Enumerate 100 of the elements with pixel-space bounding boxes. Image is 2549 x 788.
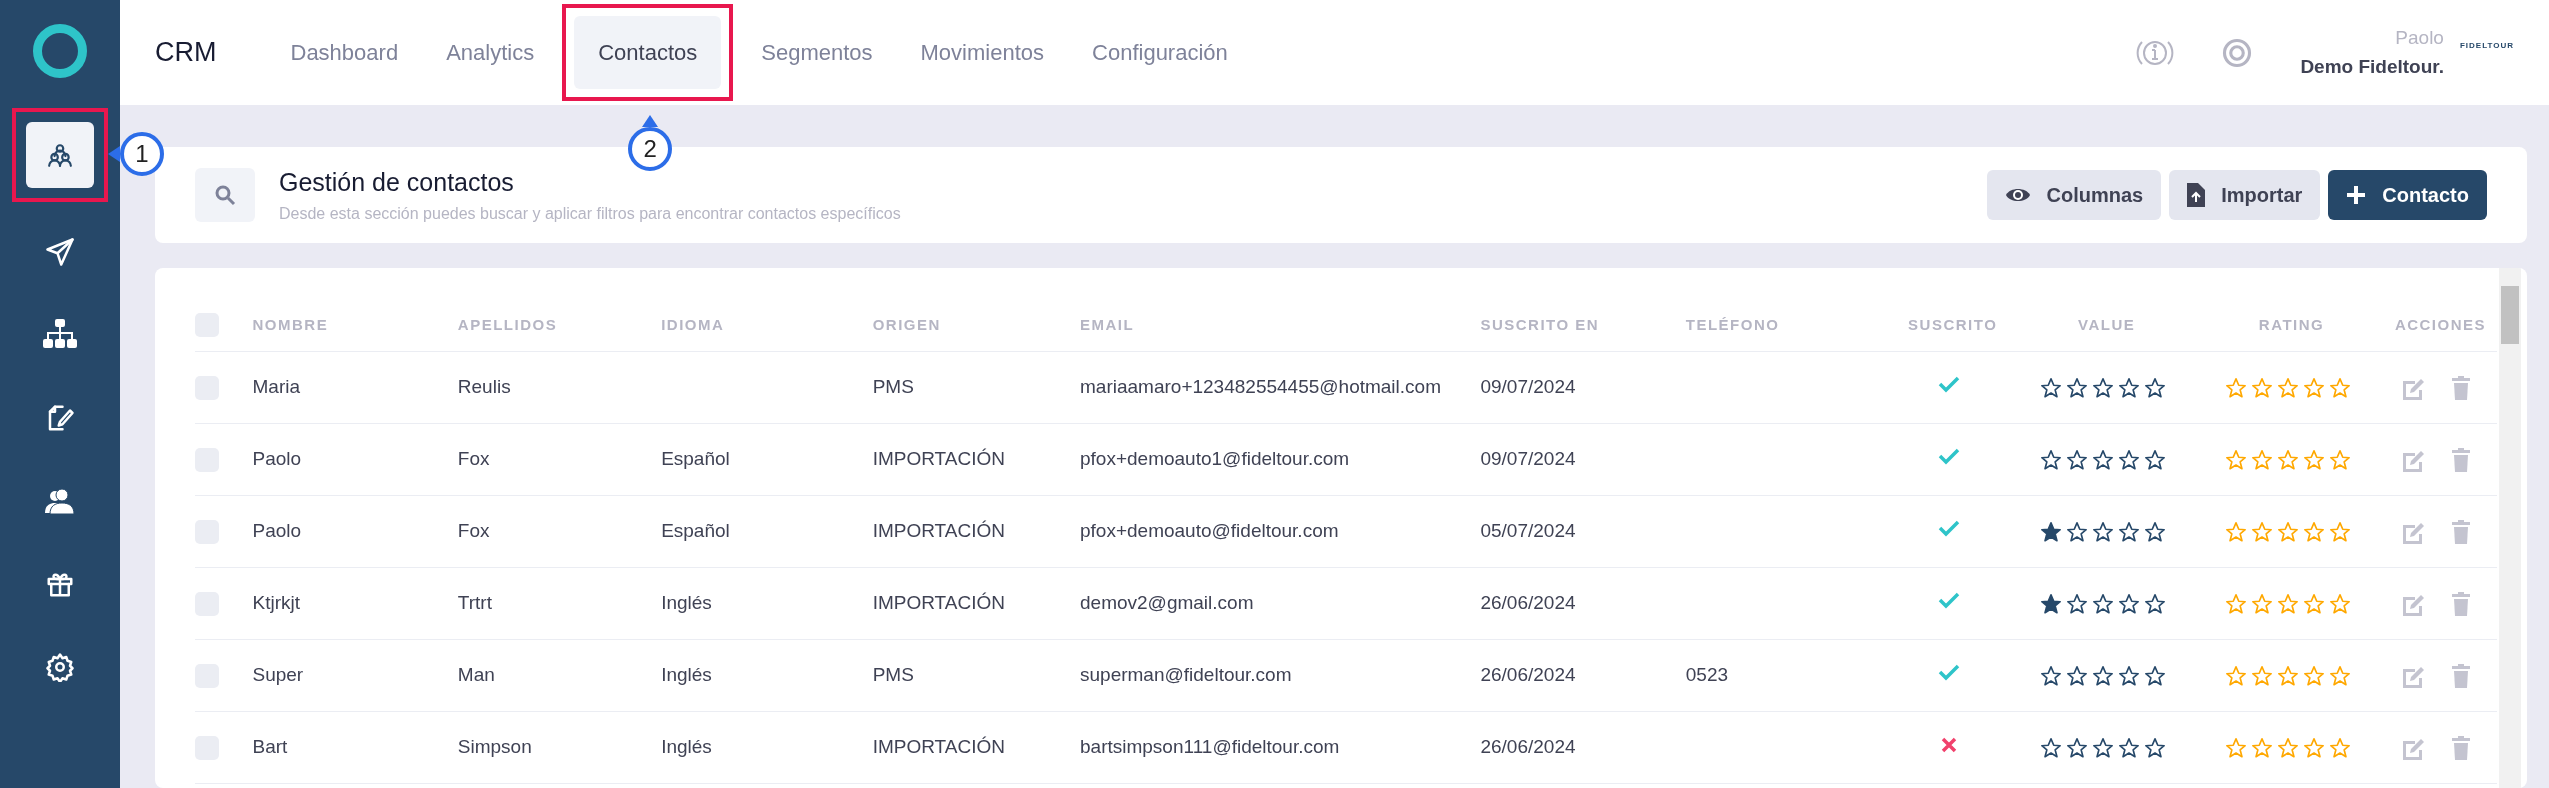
star-icon — [2039, 376, 2062, 399]
star-icon — [2143, 448, 2166, 471]
logo — [33, 24, 87, 78]
table-cell: Super — [252, 664, 304, 686]
star-icon — [2117, 592, 2140, 615]
company-logo: FIDELTOUR — [2459, 40, 2514, 52]
table-cell: Fox — [457, 520, 490, 542]
table-cell: demov2@gmail.com — [1080, 592, 1254, 614]
star-icon — [2224, 592, 2247, 615]
star-icon — [2224, 736, 2247, 759]
table-cell: 0523 — [1685, 664, 1729, 686]
star-icon — [2117, 448, 2140, 471]
delete-icon[interactable] — [2451, 735, 2472, 760]
delete-icon[interactable] — [2451, 591, 2472, 616]
table-cell: Reulis — [457, 376, 511, 398]
table-cell: Trtrt — [457, 592, 492, 614]
star-icon — [2143, 736, 2166, 759]
table-cell: 26/06/2024 — [1480, 736, 1576, 758]
paper-plane-icon — [45, 237, 75, 267]
table-cell: IMPORTACIÓN — [872, 520, 1005, 542]
star-icon — [2091, 520, 2114, 543]
people-icon — [45, 487, 75, 515]
star-icon — [2276, 376, 2299, 399]
column-header: ORIGEN — [872, 315, 941, 333]
table-cell: superman@fideltour.com — [1080, 664, 1292, 686]
column-header: IDIOMA — [661, 315, 725, 333]
star-icon — [2250, 520, 2273, 543]
column-header: SUSCRITO EN — [1480, 315, 1600, 333]
table-cell: Paolo — [252, 448, 302, 470]
table-cell: Inglés — [661, 592, 712, 614]
table-cell: Español — [661, 520, 730, 542]
star-icon — [2091, 448, 2114, 471]
star-icon — [2302, 592, 2325, 615]
table-cell: Fox — [457, 448, 490, 470]
settings-icon — [45, 652, 75, 682]
star-icon — [2224, 664, 2247, 687]
star-icon — [2117, 664, 2140, 687]
star-icon — [2117, 736, 2140, 759]
star-icon — [2143, 592, 2166, 615]
nav-tab[interactable]: Segmentos — [737, 16, 897, 89]
star-icon — [2302, 664, 2325, 687]
import-button[interactable]: Importar — [2169, 170, 2321, 220]
table-cell: Inglés — [661, 664, 712, 686]
nav-tab[interactable]: Analytics — [422, 16, 559, 89]
table-cell: Maria — [252, 376, 300, 398]
star-icon — [2065, 736, 2088, 759]
star-icon — [2250, 664, 2273, 687]
lifebuoy-icon[interactable] — [2222, 37, 2253, 68]
sidebar-item[interactable] — [26, 122, 94, 188]
nav-tab[interactable]: Contactos — [574, 16, 722, 89]
delete-icon[interactable] — [2451, 375, 2472, 400]
star-icon — [2143, 376, 2166, 399]
delete-icon[interactable] — [2451, 663, 2472, 688]
delete-icon[interactable] — [2451, 447, 2472, 472]
star-icon — [2328, 448, 2351, 471]
callout-marker: 1 — [120, 132, 164, 176]
star-icon — [2091, 664, 2114, 687]
star-icon — [2250, 592, 2273, 615]
column-header: VALUE — [2078, 315, 2136, 333]
column-header: RATING — [2258, 315, 2325, 333]
scrollbar[interactable] — [2499, 268, 2521, 788]
table-cell: 26/06/2024 — [1480, 664, 1576, 686]
star-icon — [2276, 736, 2299, 759]
star-icon — [2117, 520, 2140, 543]
nav-tab[interactable]: Dashboard — [266, 16, 423, 89]
column-header: APELLIDOS — [457, 315, 558, 333]
section-subtitle: Desde esta sección puedes buscar y aplicar filtros para encontrar contactos específicos — [279, 203, 901, 224]
table-cell: 09/07/2024 — [1480, 448, 1576, 470]
star-icon — [2091, 592, 2114, 615]
table-cell: mariaamaro+123482554455@hotmail.com — [1080, 376, 1441, 398]
star-icon — [2091, 376, 2114, 399]
star-icon — [2276, 448, 2299, 471]
column-header: EMAIL — [1080, 315, 1135, 333]
star-icon — [2302, 520, 2325, 543]
star-icon — [2302, 448, 2325, 471]
callout-marker: 2 — [628, 127, 673, 171]
nav-tab[interactable]: Configuración — [1068, 16, 1252, 89]
brand-title: CRM — [155, 36, 217, 70]
column-header: NOMBRE — [252, 315, 329, 333]
table-cell: PMS — [872, 376, 914, 398]
scrollbar-thumb[interactable] — [2501, 286, 2519, 344]
table-cell: 26/06/2024 — [1480, 592, 1576, 614]
nav-tab[interactable]: Movimientos — [896, 16, 1069, 89]
users-icon — [47, 142, 73, 168]
table-cell: Inglés — [661, 736, 712, 758]
delete-icon[interactable] — [2451, 519, 2472, 544]
star-icon — [2302, 376, 2325, 399]
search-button[interactable] — [195, 168, 255, 222]
columns-button[interactable]: Columnas — [1986, 170, 2162, 220]
star-icon — [2328, 592, 2351, 615]
table-cell: Bart — [252, 736, 288, 758]
add-contact-button[interactable]: Contacto — [2328, 170, 2487, 220]
star-icon — [2039, 736, 2062, 759]
table-cell: pfox+demoauto@fideltour.com — [1080, 520, 1339, 542]
table-cell: Ktjrkjt — [252, 592, 300, 614]
column-header: SUSCRITO — [1908, 315, 1998, 333]
plus-icon — [2346, 185, 2367, 205]
star-icon — [2065, 376, 2088, 399]
star-icon — [2065, 592, 2088, 615]
column-header: ACCIONES — [2394, 315, 2487, 333]
